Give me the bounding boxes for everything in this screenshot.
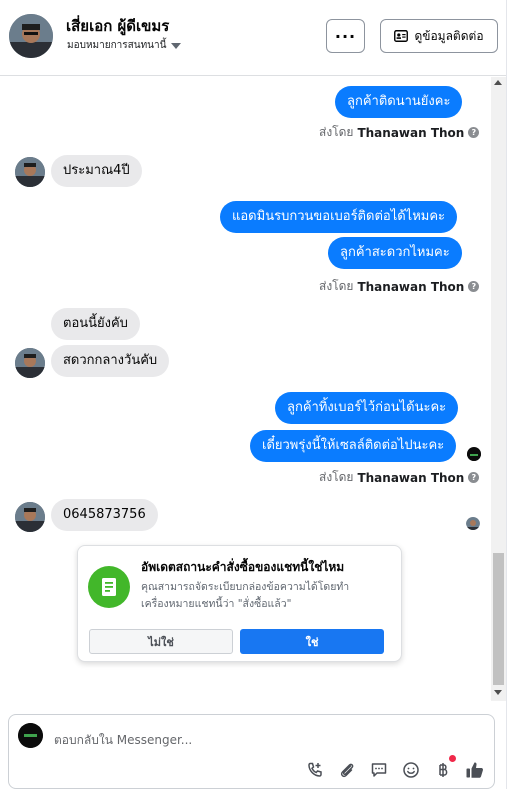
outgoing-message[interactable]: ลูกค้าทิ้งเบอร์ไว้ก่อนได้นะคะ [275, 392, 459, 424]
sent-by-prefix: ส่งโดย [319, 470, 354, 484]
order-no-button[interactable]: ไม่ใช่ [89, 629, 233, 654]
like-icon[interactable] [464, 759, 486, 781]
baht-payment-icon[interactable] [432, 759, 454, 781]
contact-card-icon [394, 30, 409, 42]
assign-conversation-dropdown[interactable]: มอบหมายการสนทนานี้ [67, 38, 182, 53]
attachment-icon[interactable] [336, 759, 358, 781]
assign-label: มอบหมายการสนทนานี้ [67, 40, 167, 51]
contact-avatar-small[interactable] [15, 502, 45, 532]
order-prompt-title: อัพเดตสถานะคำสั่งซื้อของแชทนี้ใช่ไหม [141, 560, 345, 574]
incoming-message[interactable]: สดวกกลางวันคับ [51, 345, 170, 377]
contact-name[interactable]: เสี่ยเอก ผู้ดีเขมร [66, 14, 169, 38]
saved-reply-icon[interactable] [368, 759, 390, 781]
sender-name: Thanawan Thon [357, 279, 465, 294]
reply-composer: ตอบกลับใน Messenger... [8, 714, 495, 789]
page-avatar [18, 723, 43, 748]
sender-name: Thanawan Thon [357, 125, 465, 140]
outgoing-message[interactable]: แอดมินรบกวนขอเบอร์ติดต่อได้ไหมคะ [220, 201, 458, 233]
sender-name: Thanawan Thon [357, 470, 465, 485]
outgoing-message[interactable]: ลูกค้าสะดวกไหมคะ [328, 237, 462, 269]
sent-by-label: ส่งโดย Thanawan Thon ? [319, 123, 480, 142]
incoming-message[interactable]: ตอนนี้ยังคับ [51, 308, 140, 340]
contact-avatar-small[interactable] [15, 348, 45, 378]
outgoing-message[interactable]: เดี๋ยวพรุ่งนี้ให้เซลล์ติดต่อไปนะคะ [250, 430, 457, 462]
caret-down-icon [171, 42, 182, 49]
scroll-up-arrow[interactable] [494, 80, 502, 85]
panel-edge [506, 0, 517, 789]
sent-by-label: ส่งโดย Thanawan Thon ? [319, 468, 480, 487]
view-contact-info-button[interactable]: ดูข้อมูลติดต่อ [380, 19, 498, 53]
conversation-header: เสี่ยเอก ผู้ดีเขมร มอบหมายการสนทนานี้ ··… [0, 0, 506, 76]
seen-avatar [467, 447, 481, 461]
seen-avatar [466, 516, 480, 530]
scroll-down-arrow[interactable] [494, 690, 502, 695]
phone-plus-icon[interactable] [304, 759, 326, 781]
order-status-prompt: อัพเดตสถานะคำสั่งซื้อของแชทนี้ใช่ไหม คุณ… [77, 545, 402, 662]
more-icon: ··· [334, 26, 357, 46]
contact-avatar[interactable] [9, 14, 53, 58]
scrollbar-thumb[interactable] [493, 553, 504, 685]
sent-by-prefix: ส่งโดย [319, 125, 354, 139]
sent-by-prefix: ส่งโดย [319, 279, 354, 293]
order-receipt-icon [88, 566, 130, 608]
incoming-message[interactable]: ประมาณ4ปี [51, 155, 142, 187]
incoming-message[interactable]: 0645873756 [51, 499, 158, 531]
help-icon[interactable]: ? [468, 281, 480, 292]
contact-info-label: ดูข้อมูลติดต่อ [414, 28, 484, 43]
outgoing-message[interactable]: ลูกค้าติดนานยังคะ [335, 86, 463, 118]
emoji-icon[interactable] [400, 759, 422, 781]
help-icon[interactable]: ? [468, 472, 480, 483]
order-prompt-body: คุณสามารถจัดระเบียบกล่องข้อความได้โดยทำเ… [141, 581, 350, 610]
reply-input[interactable]: ตอบกลับใน Messenger... [54, 731, 192, 750]
sent-by-label: ส่งโดย Thanawan Thon ? [319, 277, 480, 296]
payment-notification-dot [449, 755, 456, 762]
contact-avatar-small[interactable] [15, 157, 45, 187]
order-yes-button[interactable]: ใช่ [240, 629, 384, 654]
help-icon[interactable]: ? [468, 127, 480, 138]
more-options-button[interactable]: ··· [326, 19, 365, 53]
